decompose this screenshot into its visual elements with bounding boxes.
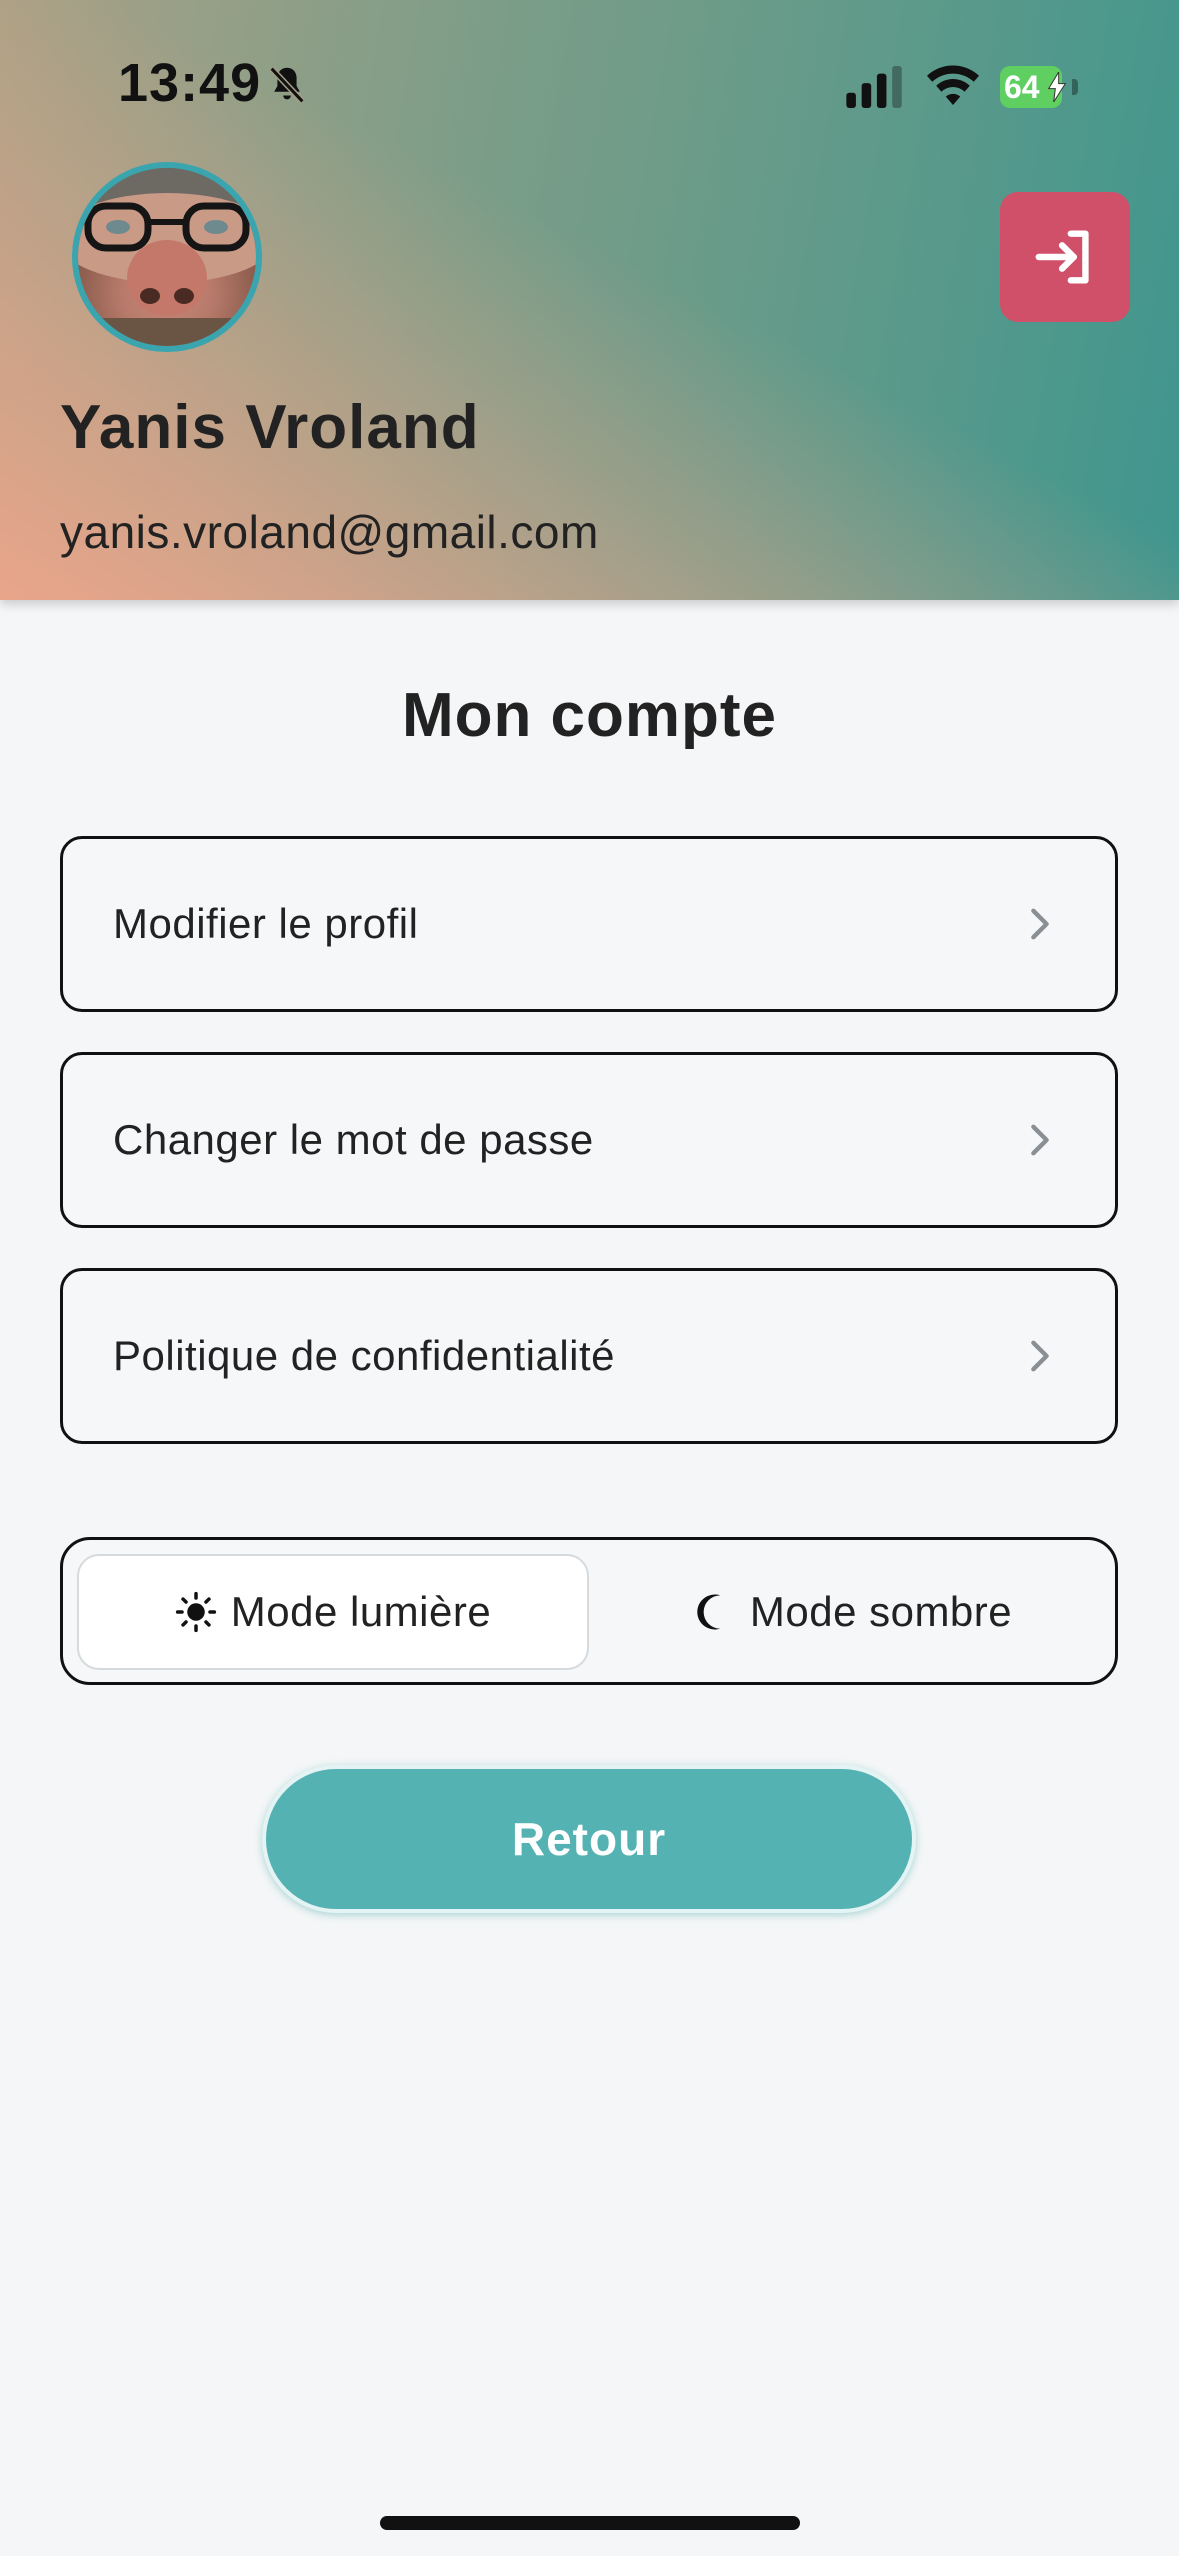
bell-slash-icon	[269, 66, 305, 104]
user-email: yanis.vroland@gmail.com	[60, 506, 599, 558]
menu-item-label: Modifier le profil	[113, 900, 419, 947]
menu-item-label: Changer le mot de passe	[113, 1116, 594, 1163]
edit-profile-button[interactable]: Modifier le profil	[60, 836, 1118, 1012]
dark-mode-option[interactable]: Mode sombre	[603, 1554, 1103, 1670]
wifi-icon	[927, 65, 979, 105]
menu-item-label: Politique de confidentialité	[113, 1332, 616, 1379]
light-mode-label: Mode lumière	[230, 1588, 492, 1635]
home-indicator[interactable]	[380, 2516, 800, 2530]
cellular-signal-icon	[846, 66, 902, 108]
chevron-right-icon	[1031, 1340, 1049, 1372]
sun-icon	[175, 1591, 216, 1633]
change-password-button[interactable]: Changer le mot de passe	[60, 1052, 1118, 1228]
chevron-right-icon	[1031, 1124, 1049, 1156]
privacy-policy-button[interactable]: Politique de confidentialité	[60, 1268, 1118, 1444]
moon-icon	[697, 1594, 721, 1630]
status-time: 13:49	[118, 53, 262, 113]
back-button[interactable]: Retour	[262, 1765, 916, 1913]
avatar[interactable]	[72, 162, 262, 352]
status-bar: 13:49 64	[0, 0, 1179, 170]
user-name: Yanis Vroland	[60, 393, 480, 462]
profile-header: 13:49 64 Yanis Vroland yanis.vroland@gma…	[0, 0, 1179, 600]
theme-toggle: Mode lumière Mode sombre	[60, 1537, 1118, 1685]
battery-charging-icon: 64	[1000, 66, 1080, 108]
chevron-right-icon	[1031, 908, 1049, 940]
logout-button[interactable]	[1000, 192, 1130, 322]
logout-icon	[1035, 230, 1089, 284]
avatar-photo	[78, 168, 256, 346]
dark-mode-label: Mode sombre	[749, 1588, 1013, 1635]
page-title: Mon compte	[401, 681, 778, 750]
light-mode-option[interactable]: Mode lumière	[77, 1554, 589, 1670]
